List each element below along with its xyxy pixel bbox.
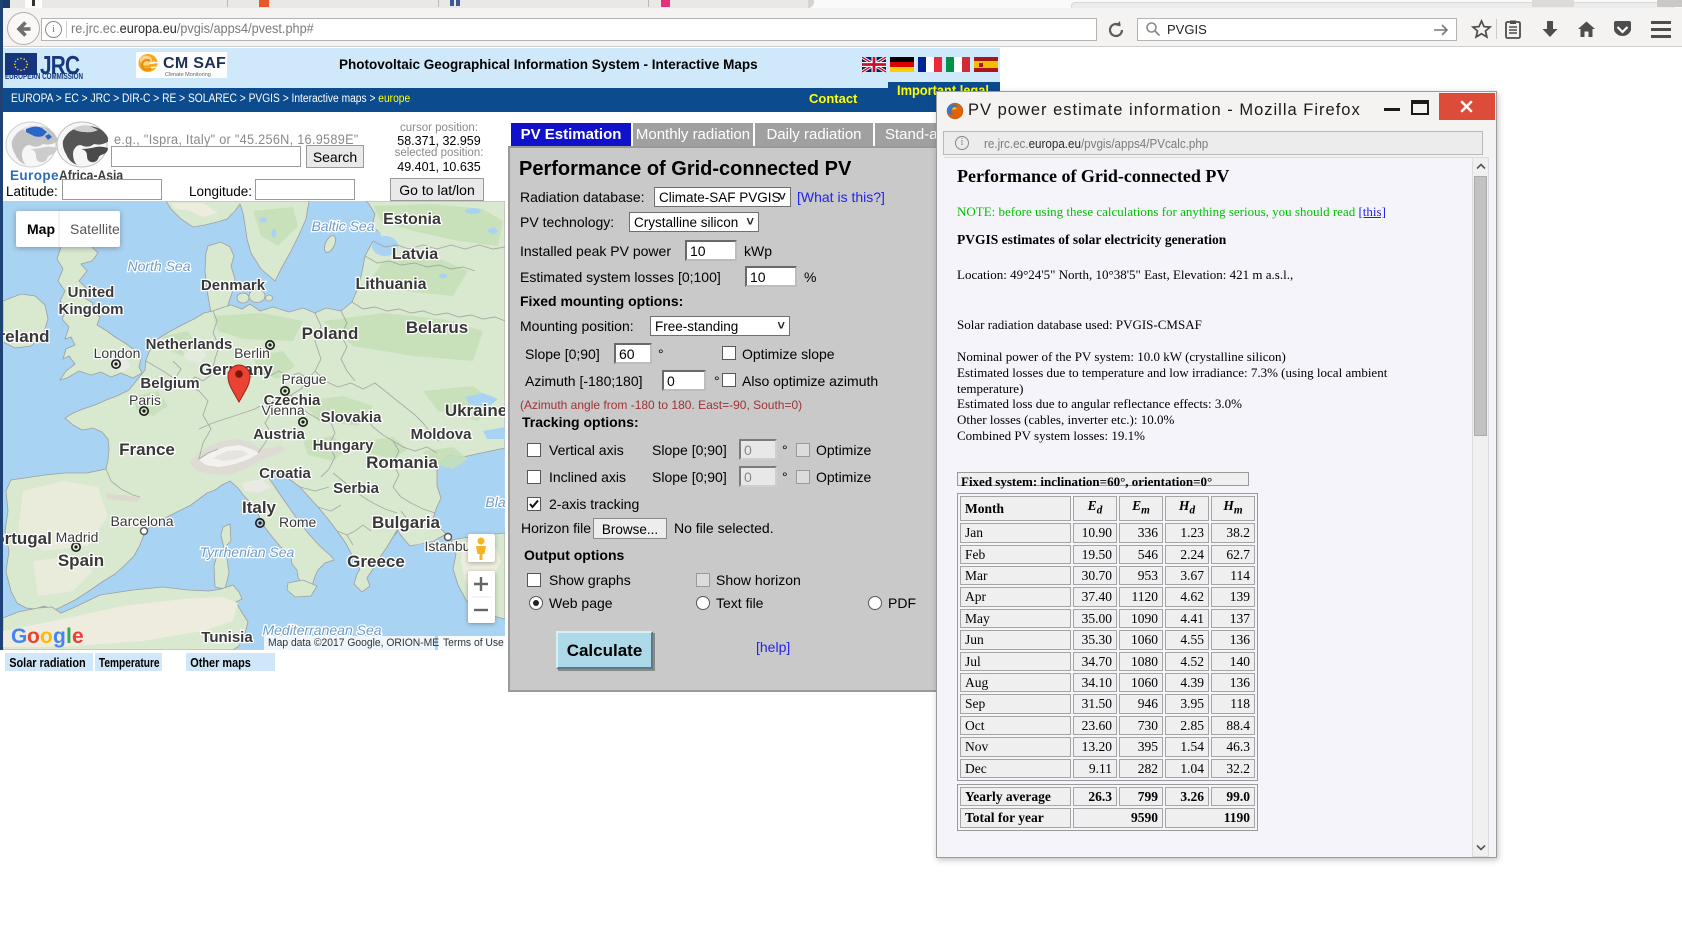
svg-text:o: o	[27, 625, 40, 648]
svg-text:Belarus: Belarus	[406, 318, 468, 337]
svg-text:Hungary: Hungary	[313, 437, 375, 454]
svg-text:Rome: Rome	[279, 514, 317, 530]
svg-text:France: France	[119, 440, 175, 459]
svg-text:Serbia: Serbia	[333, 480, 380, 497]
svg-text:Poland: Poland	[302, 324, 359, 343]
svg-text:Greece: Greece	[347, 552, 405, 571]
svg-text:Map data ©2017 Google, ORION-M: Map data ©2017 Google, ORION-ME	[268, 637, 439, 649]
svg-text:Spain: Spain	[58, 551, 104, 570]
svg-text:Tyrrhenian Sea: Tyrrhenian Sea	[200, 544, 295, 560]
svg-text:Denmark: Denmark	[201, 277, 266, 294]
svg-text:Baltic Sea: Baltic Sea	[311, 218, 374, 234]
svg-text:Prague: Prague	[281, 371, 326, 387]
svg-text:Tunisia: Tunisia	[201, 629, 253, 646]
svg-text:G: G	[11, 625, 27, 648]
svg-text:Satellite: Satellite	[70, 221, 120, 237]
svg-text:Slovakia: Slovakia	[321, 409, 383, 426]
svg-text:ortugal: ortugal	[3, 529, 52, 548]
svg-text:Blac: Blac	[485, 494, 505, 510]
svg-text:Lithuania: Lithuania	[355, 276, 426, 293]
svg-text:Barcelona: Barcelona	[110, 513, 173, 529]
svg-text:United: United	[68, 284, 115, 301]
svg-text:Map: Map	[27, 221, 55, 237]
svg-text:reland: reland	[3, 327, 50, 346]
svg-text:North Sea: North Sea	[127, 258, 190, 274]
svg-text:Vienna: Vienna	[261, 402, 305, 418]
svg-text:Croatia: Croatia	[259, 465, 311, 482]
svg-text:Paris: Paris	[129, 392, 161, 408]
svg-text:Ukraine: Ukraine	[445, 401, 505, 420]
svg-text:Terms of Use: Terms of Use	[443, 637, 504, 649]
svg-text:Madrid: Madrid	[56, 529, 99, 545]
svg-text:London: London	[94, 345, 141, 361]
svg-text:Netherlands: Netherlands	[146, 336, 233, 353]
svg-text:Bulgaria: Bulgaria	[372, 513, 441, 532]
svg-text:Austria: Austria	[253, 426, 305, 443]
svg-text:Italy: Italy	[242, 498, 277, 517]
svg-text:Estonia: Estonia	[383, 211, 441, 228]
svg-text:Berlin: Berlin	[234, 345, 270, 361]
svg-text:Kingdom: Kingdom	[59, 301, 124, 318]
svg-text:o: o	[40, 625, 53, 648]
svg-text:Istanbul: Istanbul	[424, 538, 473, 554]
svg-text:Romania: Romania	[366, 453, 438, 472]
svg-text:g: g	[53, 625, 66, 648]
svg-text:l: l	[66, 625, 72, 648]
svg-text:Mediterranean Sea: Mediterranean Sea	[262, 622, 381, 638]
svg-text:Moldova: Moldova	[411, 426, 472, 443]
svg-text:Latvia: Latvia	[392, 246, 438, 263]
svg-text:Belgium: Belgium	[140, 375, 199, 392]
svg-text:e: e	[72, 625, 84, 648]
